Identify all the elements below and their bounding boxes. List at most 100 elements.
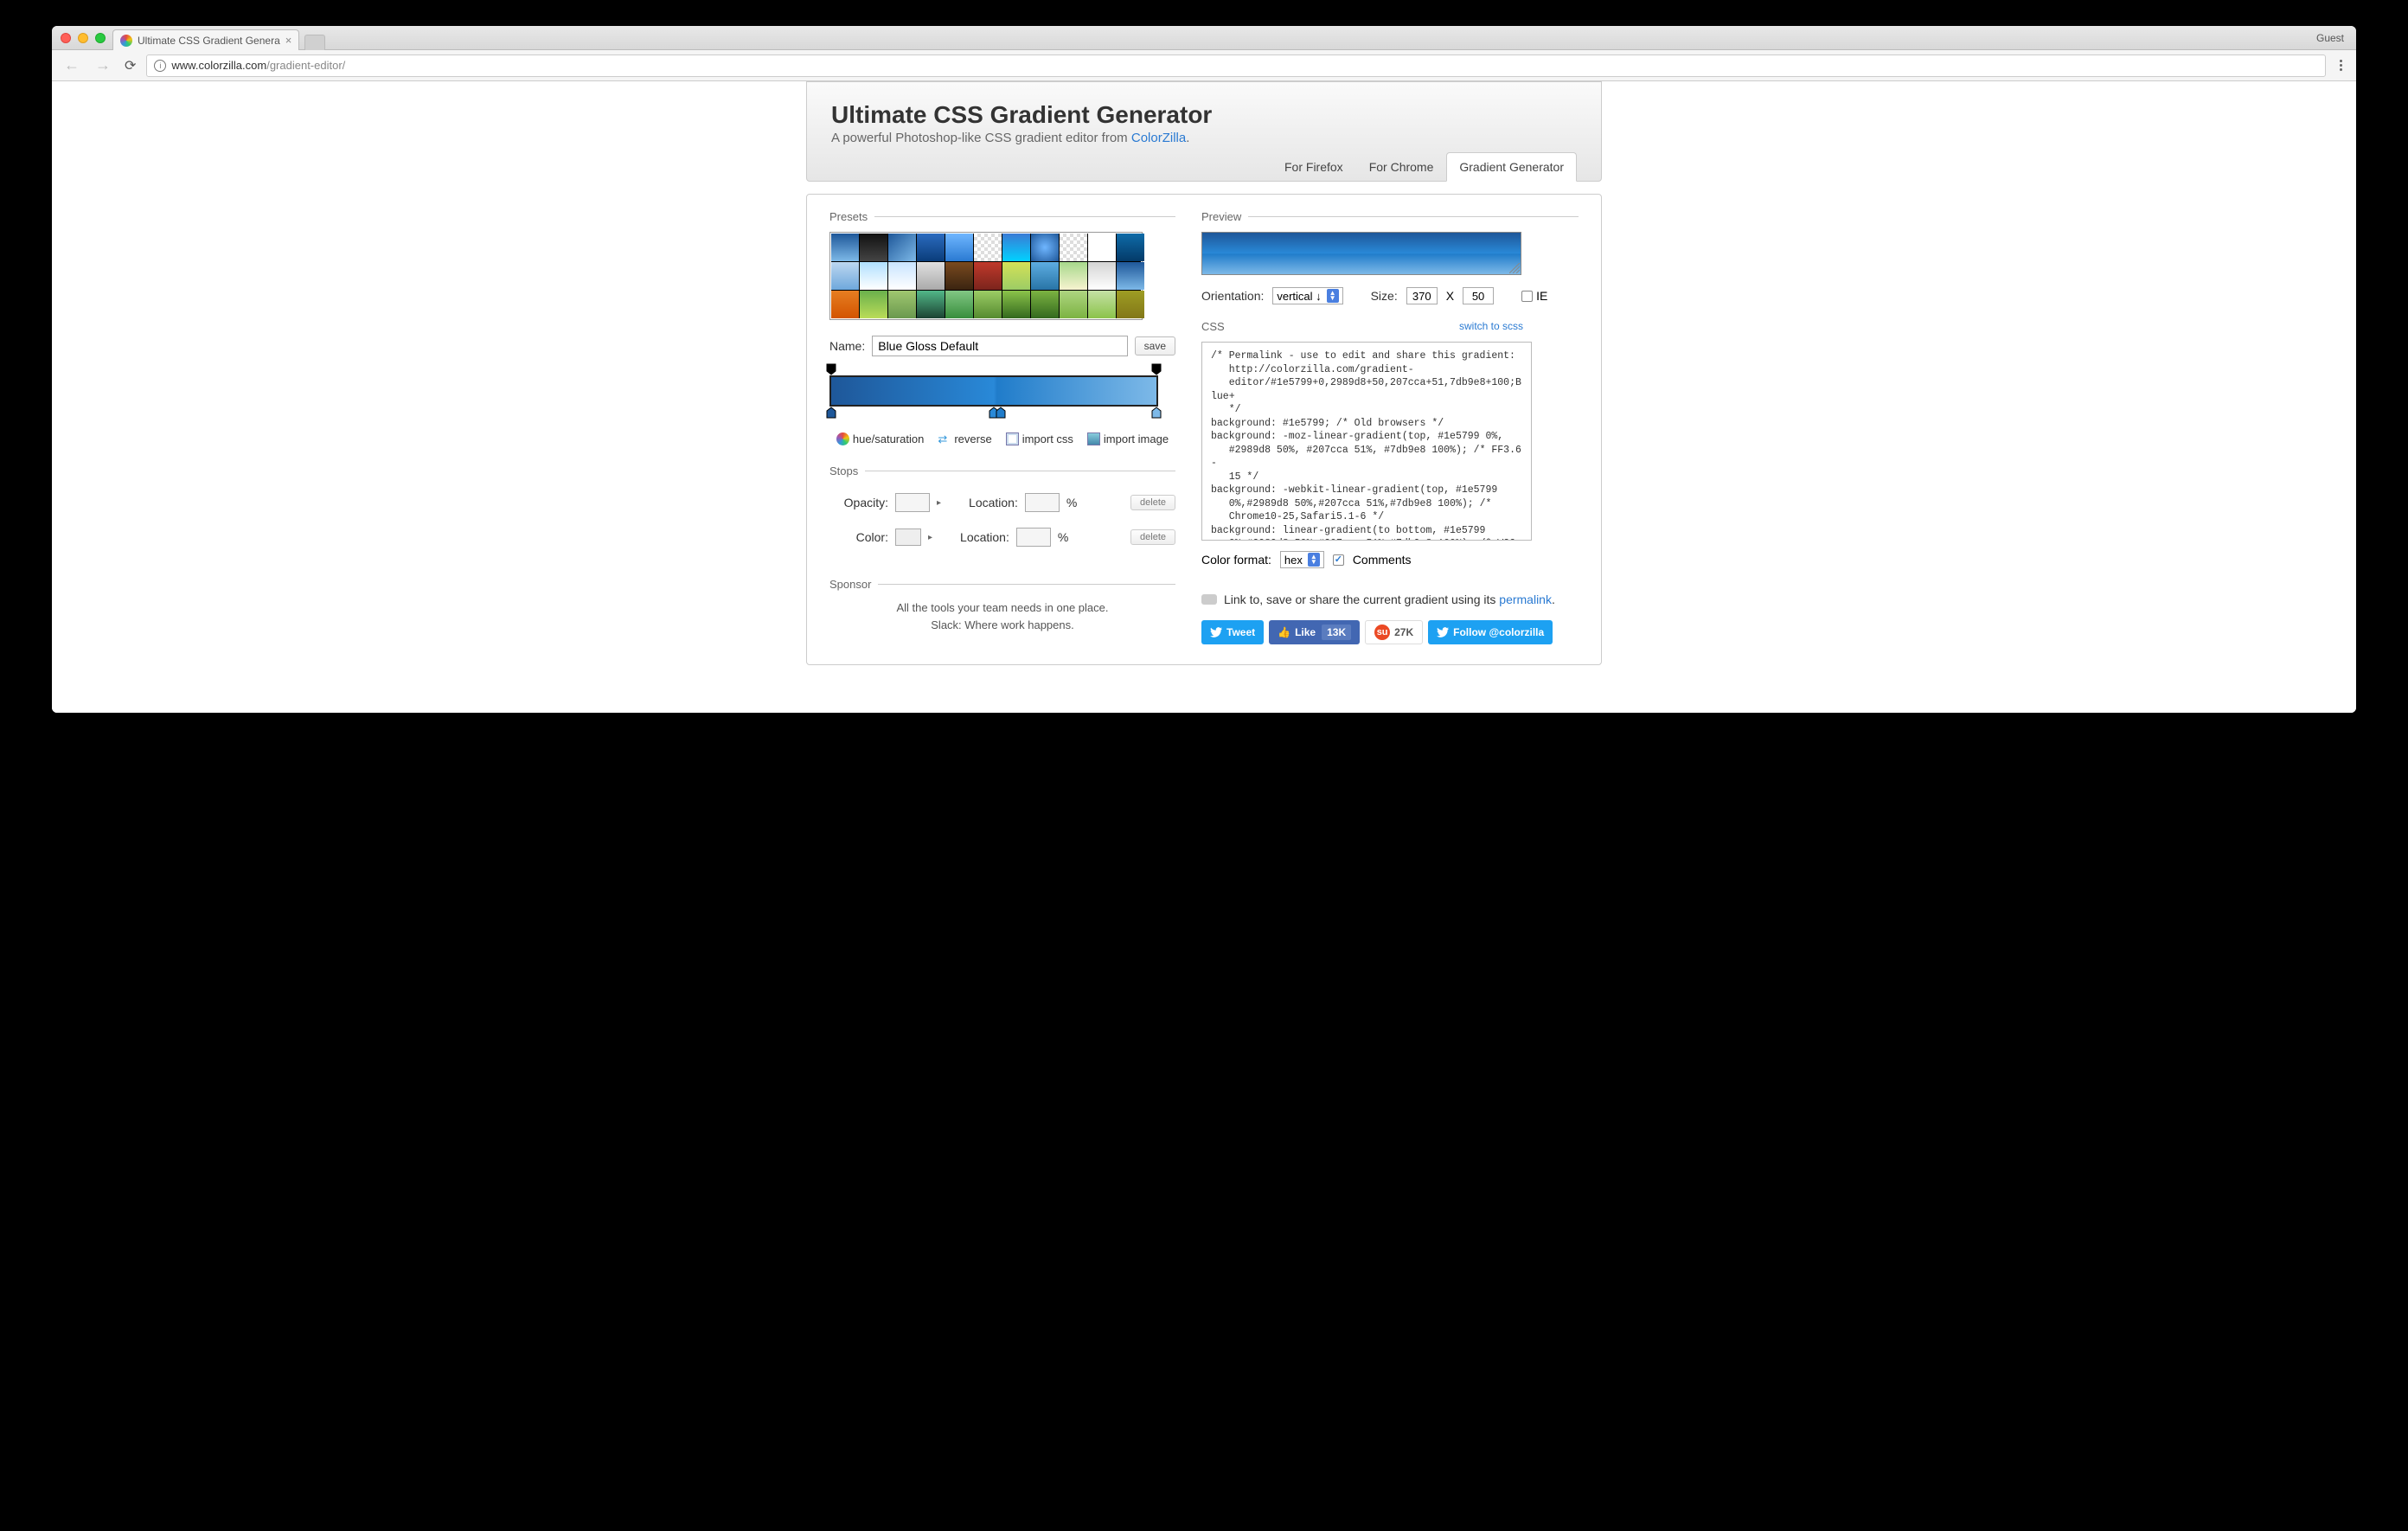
opacity-input[interactable] [895, 493, 930, 512]
preset-swatch[interactable] [917, 262, 945, 290]
tab-close-icon[interactable]: × [285, 34, 292, 47]
css-legend: CSS [1201, 320, 1225, 333]
preset-swatch[interactable] [888, 291, 916, 318]
preset-swatch[interactable] [1031, 234, 1059, 261]
stumbleupon-button[interactable]: su 27K [1365, 620, 1423, 644]
name-label: Name: [829, 339, 865, 353]
color-location-input[interactable] [1016, 528, 1051, 547]
like-button[interactable]: 👍 Like 13K [1269, 620, 1360, 644]
preset-swatch[interactable] [974, 262, 1002, 290]
import-image-action[interactable]: import image [1087, 432, 1169, 445]
nav-gradient-generator[interactable]: Gradient Generator [1446, 152, 1577, 182]
ie-checkbox[interactable] [1521, 291, 1533, 302]
preset-swatch[interactable] [888, 262, 916, 290]
forward-button[interactable]: → [92, 56, 114, 74]
color-caret-icon[interactable]: ▸ [928, 533, 932, 542]
hue-icon [836, 432, 849, 445]
preset-swatch[interactable] [1088, 262, 1116, 290]
back-button[interactable]: ← [61, 56, 83, 74]
resize-handle-icon[interactable] [1509, 263, 1520, 273]
browser-tab[interactable]: Ultimate CSS Gradient Genera × [112, 29, 299, 50]
preset-swatch[interactable] [1117, 291, 1144, 318]
save-button[interactable]: save [1135, 336, 1175, 356]
gradient-editor[interactable] [829, 375, 1158, 407]
site-header: Ultimate CSS Gradient Generator A powerf… [806, 81, 1602, 182]
twitter-icon [1210, 627, 1222, 637]
opacity-location-input[interactable] [1025, 493, 1060, 512]
preset-swatch[interactable] [1002, 262, 1030, 290]
preset-swatch[interactable] [831, 262, 859, 290]
nav-chrome[interactable]: For Chrome [1356, 152, 1447, 181]
address-bar[interactable]: i www.colorzilla.com/gradient-editor/ [146, 54, 2326, 77]
browser-menu-button[interactable] [2334, 58, 2347, 73]
ie-label: IE [1536, 289, 1547, 303]
preset-swatch[interactable] [1088, 291, 1116, 318]
preview-legend: Preview [1201, 210, 1248, 223]
favicon-icon [120, 35, 132, 47]
color-format-select[interactable]: hex ▲▼ [1280, 551, 1324, 568]
preset-swatch[interactable] [1031, 262, 1059, 290]
page-subtitle: A powerful Photoshop-like CSS gradient e… [831, 131, 1577, 145]
switch-scss-link[interactable]: switch to scss [1459, 320, 1523, 333]
size-x: X [1446, 289, 1454, 303]
permalink-link[interactable]: permalink [1499, 593, 1552, 606]
colorzilla-link[interactable]: ColorZilla [1131, 131, 1186, 145]
preset-swatch[interactable] [860, 234, 887, 261]
orientation-select[interactable]: vertical ↓ ▲▼ [1272, 287, 1342, 304]
preset-swatch[interactable] [1002, 291, 1030, 318]
preset-swatch[interactable] [860, 291, 887, 318]
window-minimize-icon[interactable] [78, 33, 88, 43]
preset-swatch[interactable] [1002, 234, 1030, 261]
hue-saturation-action[interactable]: hue/saturation [836, 432, 924, 445]
url-path: /gradient-editor/ [266, 59, 345, 72]
opacity-caret-icon[interactable]: ▸ [937, 498, 941, 508]
site-info-icon[interactable]: i [154, 60, 166, 72]
reverse-icon: ⇄ [938, 432, 951, 445]
preset-swatch[interactable] [945, 291, 973, 318]
preset-swatch[interactable] [1117, 234, 1144, 261]
preset-swatch[interactable] [974, 291, 1002, 318]
preset-swatch[interactable] [1060, 291, 1087, 318]
new-tab-button[interactable] [304, 35, 325, 50]
css-output[interactable]: /* Permalink - use to edit and share thi… [1201, 342, 1532, 541]
select-arrows-icon: ▲▼ [1308, 553, 1320, 567]
sponsor-section: Sponsor All the tools your team needs in… [829, 578, 1175, 633]
size-width-input[interactable] [1406, 287, 1438, 304]
browser-title-bar: Ultimate CSS Gradient Genera × Guest [52, 26, 2356, 50]
tweet-button[interactable]: Tweet [1201, 620, 1264, 644]
preset-swatch[interactable] [945, 234, 973, 261]
size-height-input[interactable] [1463, 287, 1494, 304]
name-input[interactable] [872, 336, 1127, 356]
stops-legend: Stops [829, 464, 865, 477]
comments-checkbox[interactable] [1333, 554, 1344, 566]
preset-swatch[interactable] [917, 291, 945, 318]
nav-firefox[interactable]: For Firefox [1271, 152, 1356, 181]
opacity-delete-button[interactable]: delete [1130, 495, 1175, 510]
preset-swatch[interactable] [831, 291, 859, 318]
color-swatch[interactable] [895, 528, 921, 546]
preset-swatch[interactable] [1060, 234, 1087, 261]
preset-swatch[interactable] [888, 234, 916, 261]
window-close-icon[interactable] [61, 33, 71, 43]
reload-button[interactable]: ⟳ [123, 57, 138, 74]
preset-swatch[interactable] [831, 234, 859, 261]
preset-swatch[interactable] [860, 262, 887, 290]
stops-section: Stops Opacity: ▸ Location: % delete [829, 464, 1175, 562]
preset-swatch[interactable] [917, 234, 945, 261]
preset-swatch[interactable] [1088, 234, 1116, 261]
follow-button[interactable]: Follow @colorzilla [1428, 620, 1553, 644]
import-css-action[interactable]: import css [1006, 432, 1073, 445]
preset-swatch[interactable] [945, 262, 973, 290]
sponsor-text: All the tools your team needs in one pla… [829, 599, 1175, 633]
color-delete-button[interactable]: delete [1130, 529, 1175, 545]
preset-swatch[interactable] [1060, 262, 1087, 290]
profile-label[interactable]: Guest [2316, 32, 2344, 44]
preset-swatch[interactable] [974, 234, 1002, 261]
preset-swatch[interactable] [1031, 291, 1059, 318]
url-host: www.colorzilla.com [171, 59, 266, 72]
window-zoom-icon[interactable] [95, 33, 106, 43]
gradient-bar[interactable] [829, 375, 1158, 407]
color-format-label: Color format: [1201, 553, 1271, 567]
reverse-action[interactable]: ⇄ reverse [938, 432, 991, 445]
preset-swatch[interactable] [1117, 262, 1144, 290]
